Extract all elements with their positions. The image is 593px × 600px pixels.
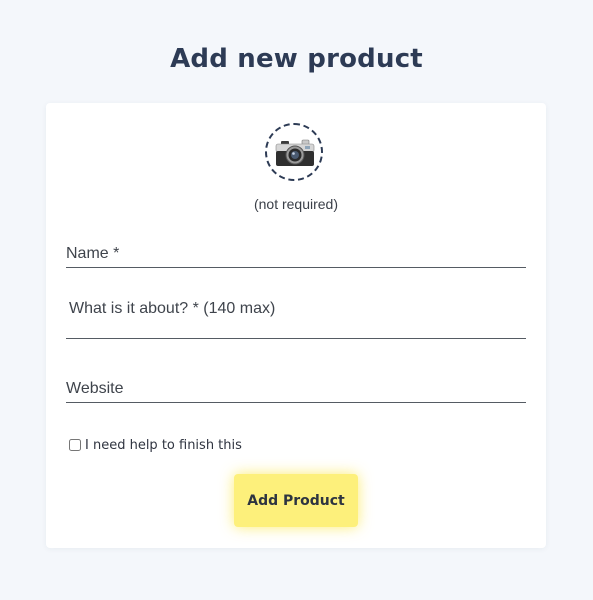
about-textarea[interactable]: [66, 299, 529, 335]
about-field: [66, 299, 529, 339]
page-title: Add new product: [170, 44, 423, 74]
add-product-card: (not required) I need help to finish thi…: [46, 103, 546, 548]
help-checkbox-label: I need help to finish this: [85, 437, 242, 453]
website-input[interactable]: [66, 378, 526, 400]
help-checkbox[interactable]: [69, 439, 81, 451]
photo-optional-note: (not required): [253, 196, 339, 212]
website-field: [66, 378, 526, 403]
name-input[interactable]: [66, 243, 526, 265]
add-product-button[interactable]: Add Product: [234, 474, 358, 527]
photo-upload-button[interactable]: [265, 123, 323, 181]
camera-icon: [275, 139, 315, 166]
name-field: [66, 243, 526, 268]
help-checkbox-row[interactable]: I need help to finish this: [69, 436, 242, 454]
